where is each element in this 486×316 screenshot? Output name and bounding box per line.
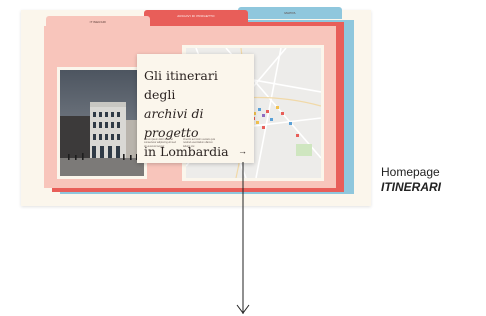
- mockup-caption: Homepage ITINERARI: [381, 165, 486, 195]
- flow-connector: [236, 162, 250, 314]
- caption-line2: ITINERARI: [381, 180, 441, 194]
- caption-line1: Homepage: [381, 165, 440, 179]
